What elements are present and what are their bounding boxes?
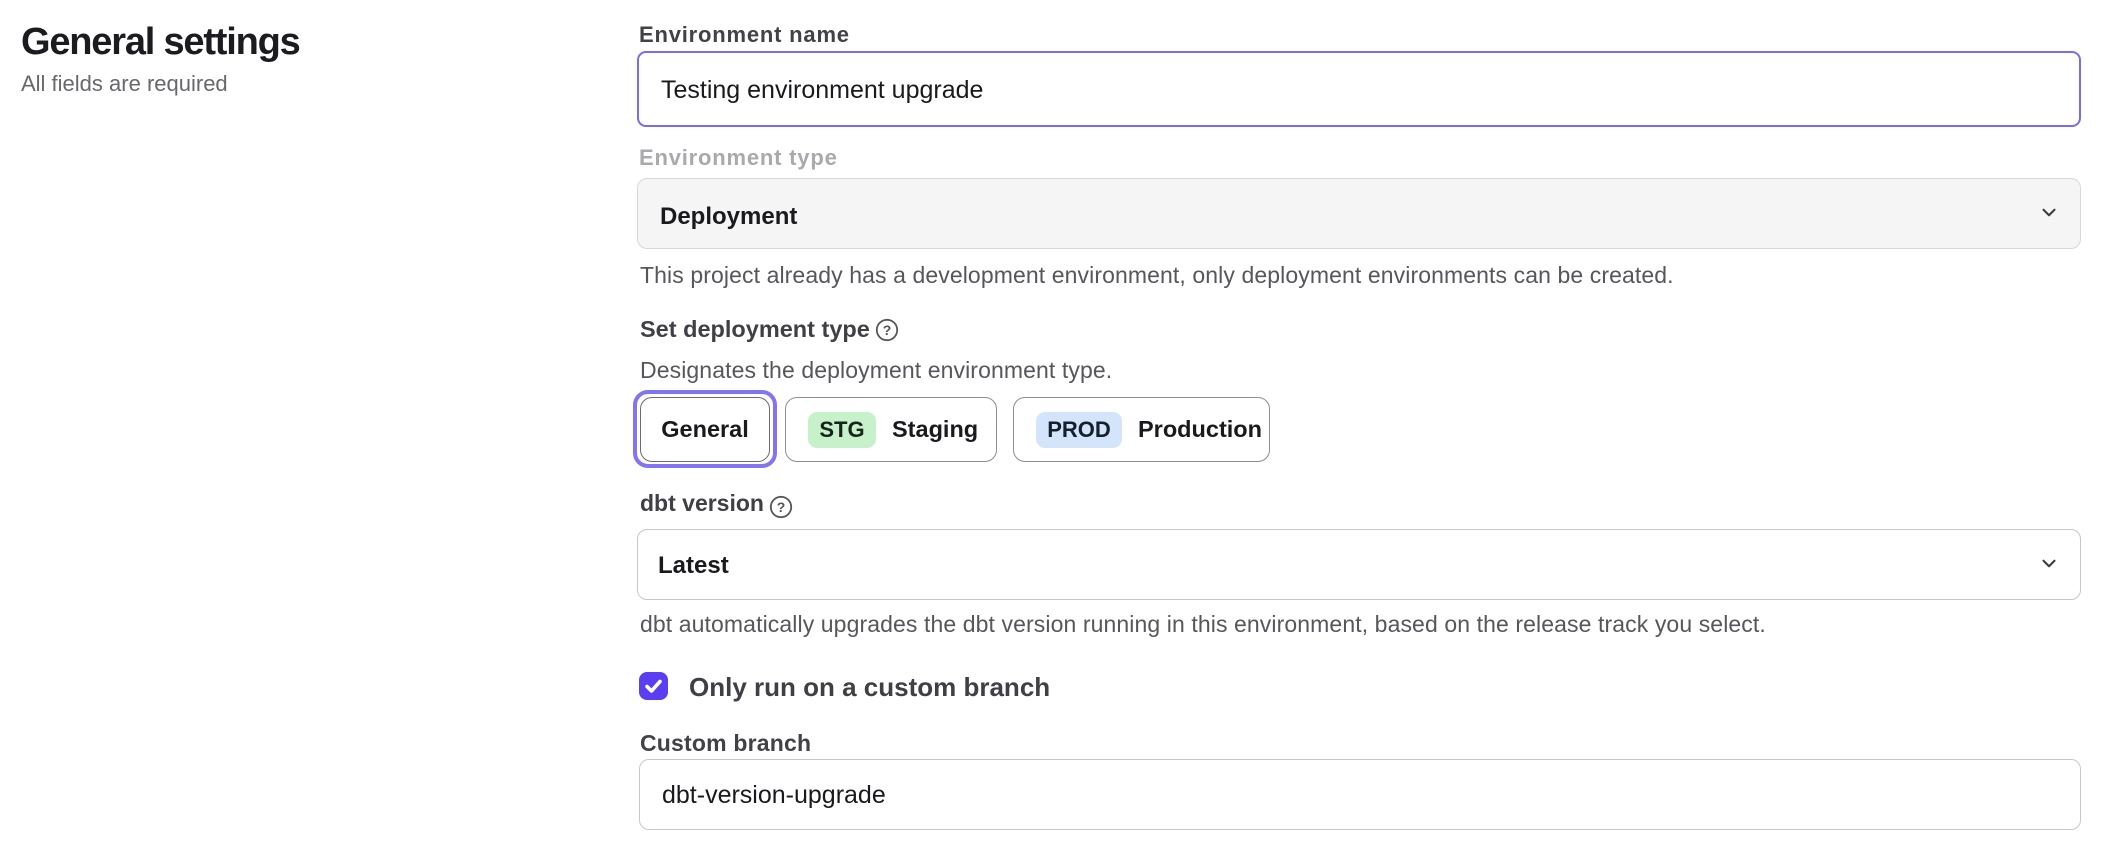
svg-text:?: ? <box>777 499 786 515</box>
svg-text:?: ? <box>883 322 892 338</box>
